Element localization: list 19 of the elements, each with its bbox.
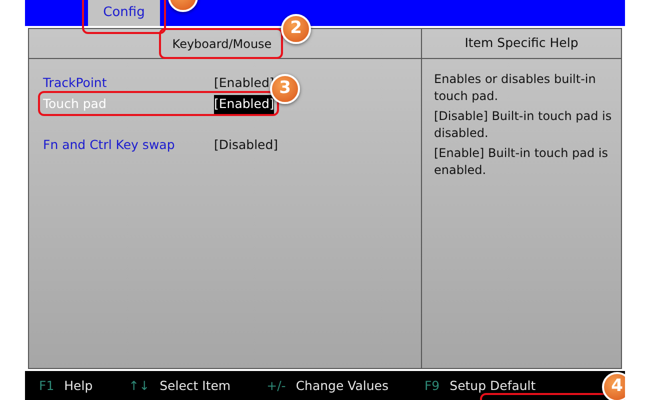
key-label: +/- — [266, 376, 286, 395]
help-text: [Disable] Built-in touch pad is disabled. — [434, 108, 613, 142]
key-label: F9 — [424, 376, 440, 395]
section-title: Keyboard/Mouse — [172, 38, 272, 52]
key-action: Change Values — [296, 376, 388, 395]
setting-label[interactable]: Fn and Ctrl Key swap — [43, 136, 214, 155]
setting-value[interactable]: [Disabled] — [214, 136, 278, 155]
key-action: Help — [64, 376, 93, 395]
help-title: Item Specific Help — [464, 34, 578, 52]
key-label: ↑↓ — [128, 376, 150, 395]
help-text: Enables or disables built-in touch pad. — [434, 71, 597, 105]
help-text: [Enable] Built-in touch pad is enabled. — [434, 145, 610, 179]
setting-value[interactable]: [Enabled] — [214, 95, 274, 114]
setting-value[interactable]: [Enabled] — [214, 74, 274, 93]
key-action: Select Item — [160, 376, 231, 395]
key-action: Setup Default — [450, 376, 536, 395]
setting-label[interactable]: TrackPoint — [43, 74, 214, 93]
config-tab[interactable]: Config — [88, 0, 160, 26]
key-label: F1 — [39, 376, 54, 395]
